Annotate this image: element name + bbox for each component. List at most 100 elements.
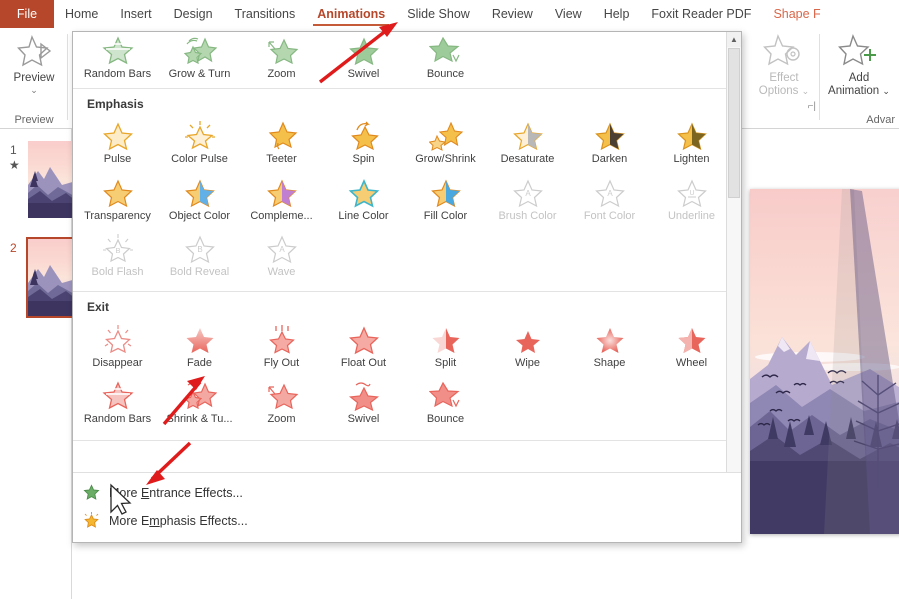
- item-label: Swivel: [347, 68, 380, 80]
- gallery-item-spin[interactable]: Spin: [323, 118, 404, 170]
- gallery-item-zoom-exit[interactable]: Zoom: [241, 378, 322, 430]
- tab-shape-format[interactable]: Shape F: [762, 0, 831, 28]
- item-label: Zoom: [267, 68, 296, 80]
- menu-item-label: More Emphasis Effects...: [109, 514, 248, 528]
- tab-insert[interactable]: Insert: [109, 0, 162, 28]
- gallery-item-transparency[interactable]: Transparency: [77, 175, 158, 227]
- gallery-item-wave: A Wave: [241, 231, 322, 283]
- tab-file[interactable]: File: [0, 0, 54, 28]
- ribbon-group-animation: Effect Options ⌄ ⌐|: [748, 28, 820, 128]
- gallery-item-pulse[interactable]: Pulse: [77, 118, 158, 170]
- slide-thumbnail-2[interactable]: 2: [0, 237, 78, 319]
- gallery-item-split[interactable]: Split: [405, 322, 486, 374]
- effect-options-label-2: Options: [758, 85, 799, 97]
- item-label: Random Bars: [83, 413, 152, 425]
- gallery-item-object-color[interactable]: Object Color: [159, 175, 240, 227]
- tab-design[interactable]: Design: [163, 0, 224, 28]
- gallery-item-random-bars-exit[interactable]: Random Bars: [77, 378, 158, 430]
- item-label: Float Out: [340, 357, 387, 369]
- slide-thumbnail-1[interactable]: 1 ★: [0, 141, 76, 221]
- tab-view[interactable]: View: [544, 0, 593, 28]
- star-zoom-icon: [241, 35, 322, 68]
- gallery-scroll-viewport: Random Bars Grow & Turn Zoom Swivel Boun…: [73, 32, 728, 542]
- tab-foxit-reader-pdf[interactable]: Foxit Reader PDF: [640, 0, 762, 28]
- gallery-item-darken[interactable]: Darken: [569, 118, 650, 170]
- gallery-item-lighten[interactable]: Lighten: [651, 118, 732, 170]
- gallery-item-bounce-exit[interactable]: Bounce: [405, 378, 486, 430]
- menu-item-more-entrance-effects[interactable]: More Entrance Effects...: [73, 479, 741, 507]
- slide-thumbnail-panel[interactable]: 1 ★ 2: [0, 129, 78, 599]
- star-darken-icon: [569, 120, 650, 153]
- menu-item-label: More Entrance Effects...: [109, 486, 243, 500]
- star-teeter-icon: [241, 120, 322, 153]
- tab-home[interactable]: Home: [54, 0, 109, 28]
- gallery-item-grow-shrink[interactable]: Grow/Shrink: [405, 118, 486, 170]
- gallery-item-teeter[interactable]: Teeter: [241, 118, 322, 170]
- star-spin-icon: [323, 120, 404, 153]
- chevron-down-icon[interactable]: ⌄: [1, 85, 67, 95]
- gallery-item-desaturate[interactable]: Desaturate: [487, 118, 568, 170]
- animation-marker-icon: ★: [9, 158, 20, 172]
- item-label: Disappear: [92, 357, 143, 369]
- gallery-item-swivel-entrance[interactable]: Swivel: [323, 33, 404, 85]
- add-animation-button[interactable]: Add Animation ⌄: [826, 32, 892, 98]
- chevron-down-icon[interactable]: ⌄: [882, 86, 890, 96]
- gallery-item-wheel[interactable]: Wheel: [651, 322, 732, 374]
- star-float-out-icon: [323, 324, 404, 357]
- tab-slide-show[interactable]: Slide Show: [396, 0, 481, 28]
- gallery-item-underline: U Underline: [651, 175, 732, 227]
- gallery-item-wipe[interactable]: Wipe: [487, 322, 568, 374]
- section-divider: [73, 88, 728, 89]
- item-label: Fill Color: [423, 210, 468, 222]
- dialog-launcher-icon[interactable]: ⌐|: [808, 101, 816, 112]
- slide-canvas-area[interactable]: [742, 129, 899, 599]
- gallery-item-bounce-entrance[interactable]: Bounce: [405, 33, 486, 85]
- tab-review[interactable]: Review: [481, 0, 544, 28]
- gallery-item-color-pulse[interactable]: Color Pulse: [159, 118, 240, 170]
- gallery-scrollbar[interactable]: ▲ ▼: [726, 32, 741, 542]
- menu-item-more-emphasis-effects[interactable]: More Emphasis Effects...: [73, 507, 741, 535]
- gallery-item-line-color[interactable]: Line Color: [323, 175, 404, 227]
- gallery-item-swivel-exit[interactable]: Swivel: [323, 378, 404, 430]
- scrollbar-thumb[interactable]: [728, 48, 740, 198]
- star-plus-icon: [826, 32, 892, 72]
- star-bold-flash-icon: B: [77, 233, 158, 266]
- gallery-item-disappear[interactable]: Disappear: [77, 322, 158, 374]
- scroll-up-arrow-icon[interactable]: ▲: [727, 32, 741, 47]
- star-pulse-icon: [77, 120, 158, 153]
- preview-button[interactable]: Preview ⌄: [1, 32, 67, 95]
- current-slide[interactable]: [750, 189, 899, 534]
- item-label: Bold Flash: [91, 266, 144, 278]
- gallery-item-fly-out[interactable]: Fly Out: [241, 322, 322, 374]
- gallery-item-complementary-color[interactable]: Compleme...: [241, 175, 322, 227]
- gallery-item-zoom-entrance[interactable]: Zoom: [241, 33, 322, 85]
- svg-text:A: A: [279, 245, 285, 254]
- svg-text:B: B: [197, 245, 202, 254]
- gallery-item-float-out[interactable]: Float Out: [323, 322, 404, 374]
- tab-help[interactable]: Help: [593, 0, 641, 28]
- chevron-down-icon[interactable]: ⌄: [802, 86, 810, 96]
- gallery-item-grow-turn-entrance[interactable]: Grow & Turn: [159, 33, 240, 85]
- item-label: Color Pulse: [171, 153, 228, 165]
- gallery-item-shape[interactable]: Shape: [569, 322, 650, 374]
- star-disappear-icon: [77, 324, 158, 357]
- gallery-item-random-bars-entrance[interactable]: Random Bars: [77, 33, 158, 85]
- gallery-item-fade[interactable]: Fade: [159, 322, 240, 374]
- add-animation-label-2: Animation: [828, 85, 880, 97]
- gallery-item-fill-color[interactable]: Fill Color: [405, 175, 486, 227]
- effect-options-label-1: Effect: [769, 72, 799, 84]
- effect-options-button[interactable]: Effect Options ⌄: [751, 32, 817, 98]
- ribbon-tab-bar: File Home Insert Design Transitions Anim…: [0, 0, 899, 28]
- star-bounce-icon: [405, 35, 486, 68]
- tab-animations[interactable]: Animations: [306, 0, 396, 28]
- animation-gallery-dropdown[interactable]: Random Bars Grow & Turn Zoom Swivel Boun…: [72, 31, 742, 543]
- star-complementary-color-icon: [241, 177, 322, 210]
- item-label: Font Color: [583, 210, 636, 222]
- item-label: Random Bars: [83, 68, 152, 80]
- tab-transitions[interactable]: Transitions: [224, 0, 307, 28]
- star-transparency-icon: [77, 177, 158, 210]
- gallery-item-shrink-turn[interactable]: Shrink & Tu...: [159, 378, 240, 430]
- section-title-emphasis: Emphasis: [87, 97, 144, 111]
- item-label: Object Color: [168, 210, 231, 222]
- star-bounce-exit-icon: [405, 380, 486, 413]
